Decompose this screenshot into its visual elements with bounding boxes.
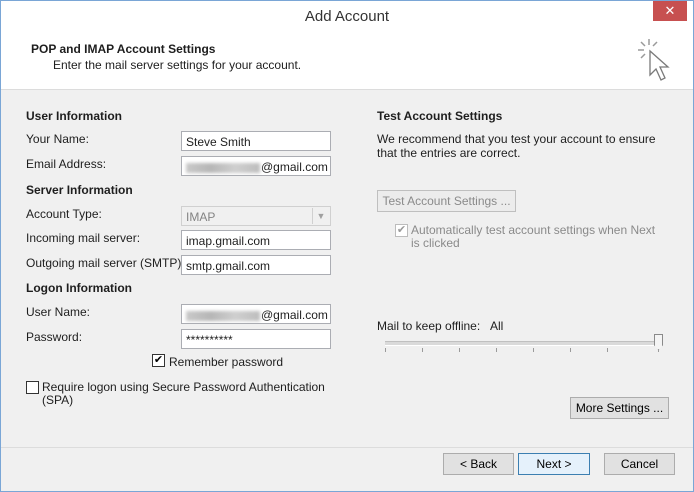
remember-password-checkbox[interactable]: ✔ — [152, 354, 165, 367]
your-name-input[interactable]: Steve Smith — [181, 131, 331, 151]
account-type-label: Account Type: — [26, 207, 102, 221]
redacted-text — [186, 162, 260, 173]
close-button[interactable]: ✕ — [653, 1, 687, 21]
offline-slider-thumb[interactable] — [654, 334, 663, 350]
test-settings-heading: Test Account Settings — [377, 109, 503, 123]
header-subtitle: Enter the mail server settings for your … — [53, 58, 302, 72]
slider-tick — [459, 348, 460, 352]
slider-tick — [422, 348, 423, 352]
spa-label: Require logon using Secure Password Auth… — [42, 380, 325, 407]
email-address-label: Email Address: — [26, 157, 107, 171]
checkmark-icon: ✔ — [396, 224, 407, 236]
test-settings-description: We recommend that you test your account … — [377, 132, 656, 160]
title-bar: Add Account ✕ — [1, 1, 693, 31]
dialog-header: POP and IMAP Account Settings Enter the … — [1, 31, 693, 90]
incoming-server-input[interactable]: imap.gmail.com — [181, 230, 331, 250]
footer-divider — [1, 447, 693, 448]
password-input[interactable]: ********** — [181, 329, 331, 349]
logon-info-heading: Logon Information — [26, 281, 132, 295]
spa-checkbox[interactable] — [26, 381, 39, 394]
offline-slider-track[interactable] — [385, 341, 663, 346]
offline-value: All — [490, 319, 504, 333]
slider-tick — [533, 348, 534, 352]
username-label: User Name: — [26, 305, 91, 319]
username-domain: @gmail.com — [261, 308, 328, 322]
account-type-value: IMAP — [186, 210, 216, 224]
close-icon: ✕ — [664, 3, 676, 18]
slider-tick — [496, 348, 497, 352]
next-button[interactable]: Next > — [518, 453, 590, 475]
remember-password-label: Remember password — [169, 355, 284, 369]
server-info-heading: Server Information — [26, 183, 133, 197]
incoming-server-label: Incoming mail server: — [26, 231, 141, 245]
redacted-text — [186, 310, 260, 321]
account-type-select: IMAP ▼ — [181, 206, 331, 226]
auto-test-label: Automatically test account settings when… — [411, 223, 656, 250]
outgoing-server-input[interactable]: smtp.gmail.com — [181, 255, 331, 275]
offline-label: Mail to keep offline: — [377, 319, 481, 333]
pointer-cursor-icon — [638, 39, 670, 81]
password-label: Password: — [26, 330, 83, 344]
user-info-heading: User Information — [26, 109, 123, 123]
test-account-settings-button[interactable]: Test Account Settings ... — [377, 190, 516, 212]
outgoing-server-label: Outgoing mail server (SMTP): — [26, 256, 185, 270]
email-domain: @gmail.com — [261, 160, 328, 174]
slider-tick — [385, 348, 386, 352]
window-title: Add Account — [304, 8, 390, 25]
username-input[interactable]: @gmail.com — [181, 304, 331, 324]
cancel-button[interactable]: Cancel — [604, 453, 675, 475]
slider-tick — [570, 348, 571, 352]
add-account-dialog: Add Account ✕ POP and IMAP Account Setti… — [0, 0, 694, 492]
header-title: POP and IMAP Account Settings — [31, 42, 216, 56]
your-name-label: Your Name: — [26, 132, 89, 146]
auto-test-checkbox[interactable]: ✔ — [395, 224, 408, 237]
more-settings-button[interactable]: More Settings ... — [570, 397, 669, 419]
email-address-input[interactable]: @gmail.com — [181, 156, 331, 176]
slider-tick — [607, 348, 608, 352]
chevron-down-icon: ▼ — [312, 208, 329, 224]
back-button[interactable]: < Back — [443, 453, 514, 475]
checkmark-icon: ✔ — [153, 354, 164, 366]
